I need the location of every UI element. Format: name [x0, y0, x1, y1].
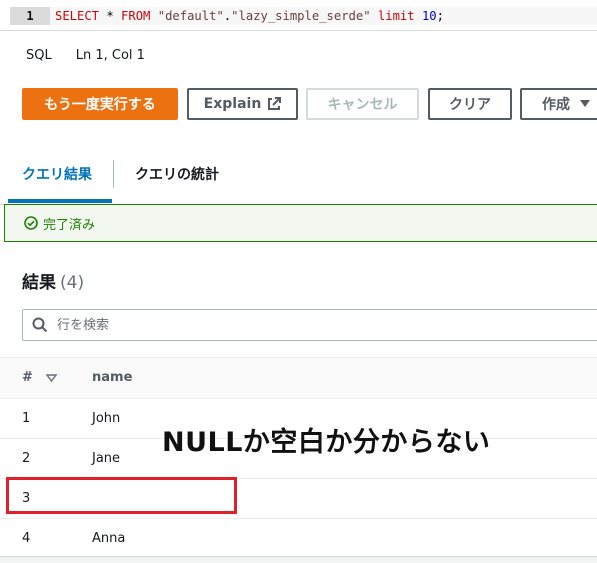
cancel-label: キャンセル — [327, 97, 398, 113]
sql-limit-value: 10 — [421, 9, 437, 23]
active-tab-indicator — [8, 199, 112, 203]
run-again-button[interactable]: もう一度実行する — [22, 88, 178, 120]
sql-database: "default" — [157, 9, 224, 23]
tab-query-stats[interactable]: クエリの統計 — [135, 164, 219, 184]
sql-code[interactable]: SELECT * FROM "default"."lazy_simple_ser… — [55, 7, 444, 25]
cell-index: 1 — [22, 411, 31, 426]
sql-space-2 — [371, 9, 378, 23]
status-text: 完了済み — [43, 217, 96, 233]
sql-space-3 — [415, 9, 422, 23]
sql-editor[interactable]: 1 SELECT * FROM "default"."lazy_simple_s… — [0, 0, 597, 30]
sql-keyword-limit: limit — [377, 9, 415, 23]
create-button[interactable]: 作成 — [520, 88, 597, 120]
sort-down-icon[interactable] — [46, 374, 57, 382]
sql-star: * — [99, 9, 122, 23]
cell-index: 4 — [22, 531, 31, 546]
table-footer-edge — [0, 556, 597, 563]
athena-query-page: 1 SELECT * FROM "default"."lazy_simple_s… — [0, 0, 597, 563]
annotation-highlight-box — [6, 477, 237, 514]
sql-space — [150, 9, 157, 23]
cursor-position: Ln 1, Col 1 — [75, 47, 145, 63]
tab-query-results[interactable]: クエリ結果 — [22, 164, 92, 184]
cell-index: 2 — [22, 451, 31, 466]
table-row: 4 Anna — [0, 519, 597, 559]
sql-table: "lazy_simple_serde" — [231, 9, 371, 23]
cancel-button[interactable]: キャンセル — [306, 88, 419, 120]
clear-label: クリア — [449, 97, 491, 113]
sql-keyword-from: FROM — [121, 9, 151, 23]
tab-divider — [113, 160, 114, 188]
search-icon — [32, 317, 48, 333]
results-heading: 結果 (4) — [22, 268, 84, 293]
annotation-text: NULLか空白か分からない — [162, 427, 491, 458]
editor-status-bar: SQL Ln 1, Col 1 — [0, 30, 597, 79]
explain-label: Explain — [203, 96, 262, 112]
status-banner: 完了済み — [4, 204, 597, 242]
clear-button[interactable]: クリア — [428, 88, 512, 120]
language-label: SQL — [26, 47, 52, 63]
create-label: 作成 — [542, 97, 570, 113]
results-title: 結果 — [22, 273, 56, 293]
external-link-icon — [268, 97, 282, 110]
cell-name: John — [92, 411, 121, 426]
line-number: 1 — [10, 7, 50, 25]
column-header-index[interactable]: # — [22, 370, 33, 385]
check-circle-icon — [24, 216, 38, 230]
row-search-box[interactable] — [22, 309, 597, 341]
caret-down-icon — [580, 100, 590, 107]
table-header: # name — [0, 357, 597, 399]
cell-name: Jane — [92, 451, 121, 466]
sql-semicolon: ; — [436, 9, 444, 23]
cell-name: Anna — [92, 531, 126, 546]
column-header-name[interactable]: name — [92, 370, 132, 385]
explain-button[interactable]: Explain — [187, 88, 298, 120]
results-count: (4) — [60, 273, 85, 293]
sql-keyword-select: SELECT — [55, 9, 100, 23]
run-again-label: もう一度実行する — [44, 97, 156, 113]
search-input[interactable] — [55, 316, 559, 334]
result-tabs: クエリ結果 クエリの統計 — [0, 146, 597, 205]
